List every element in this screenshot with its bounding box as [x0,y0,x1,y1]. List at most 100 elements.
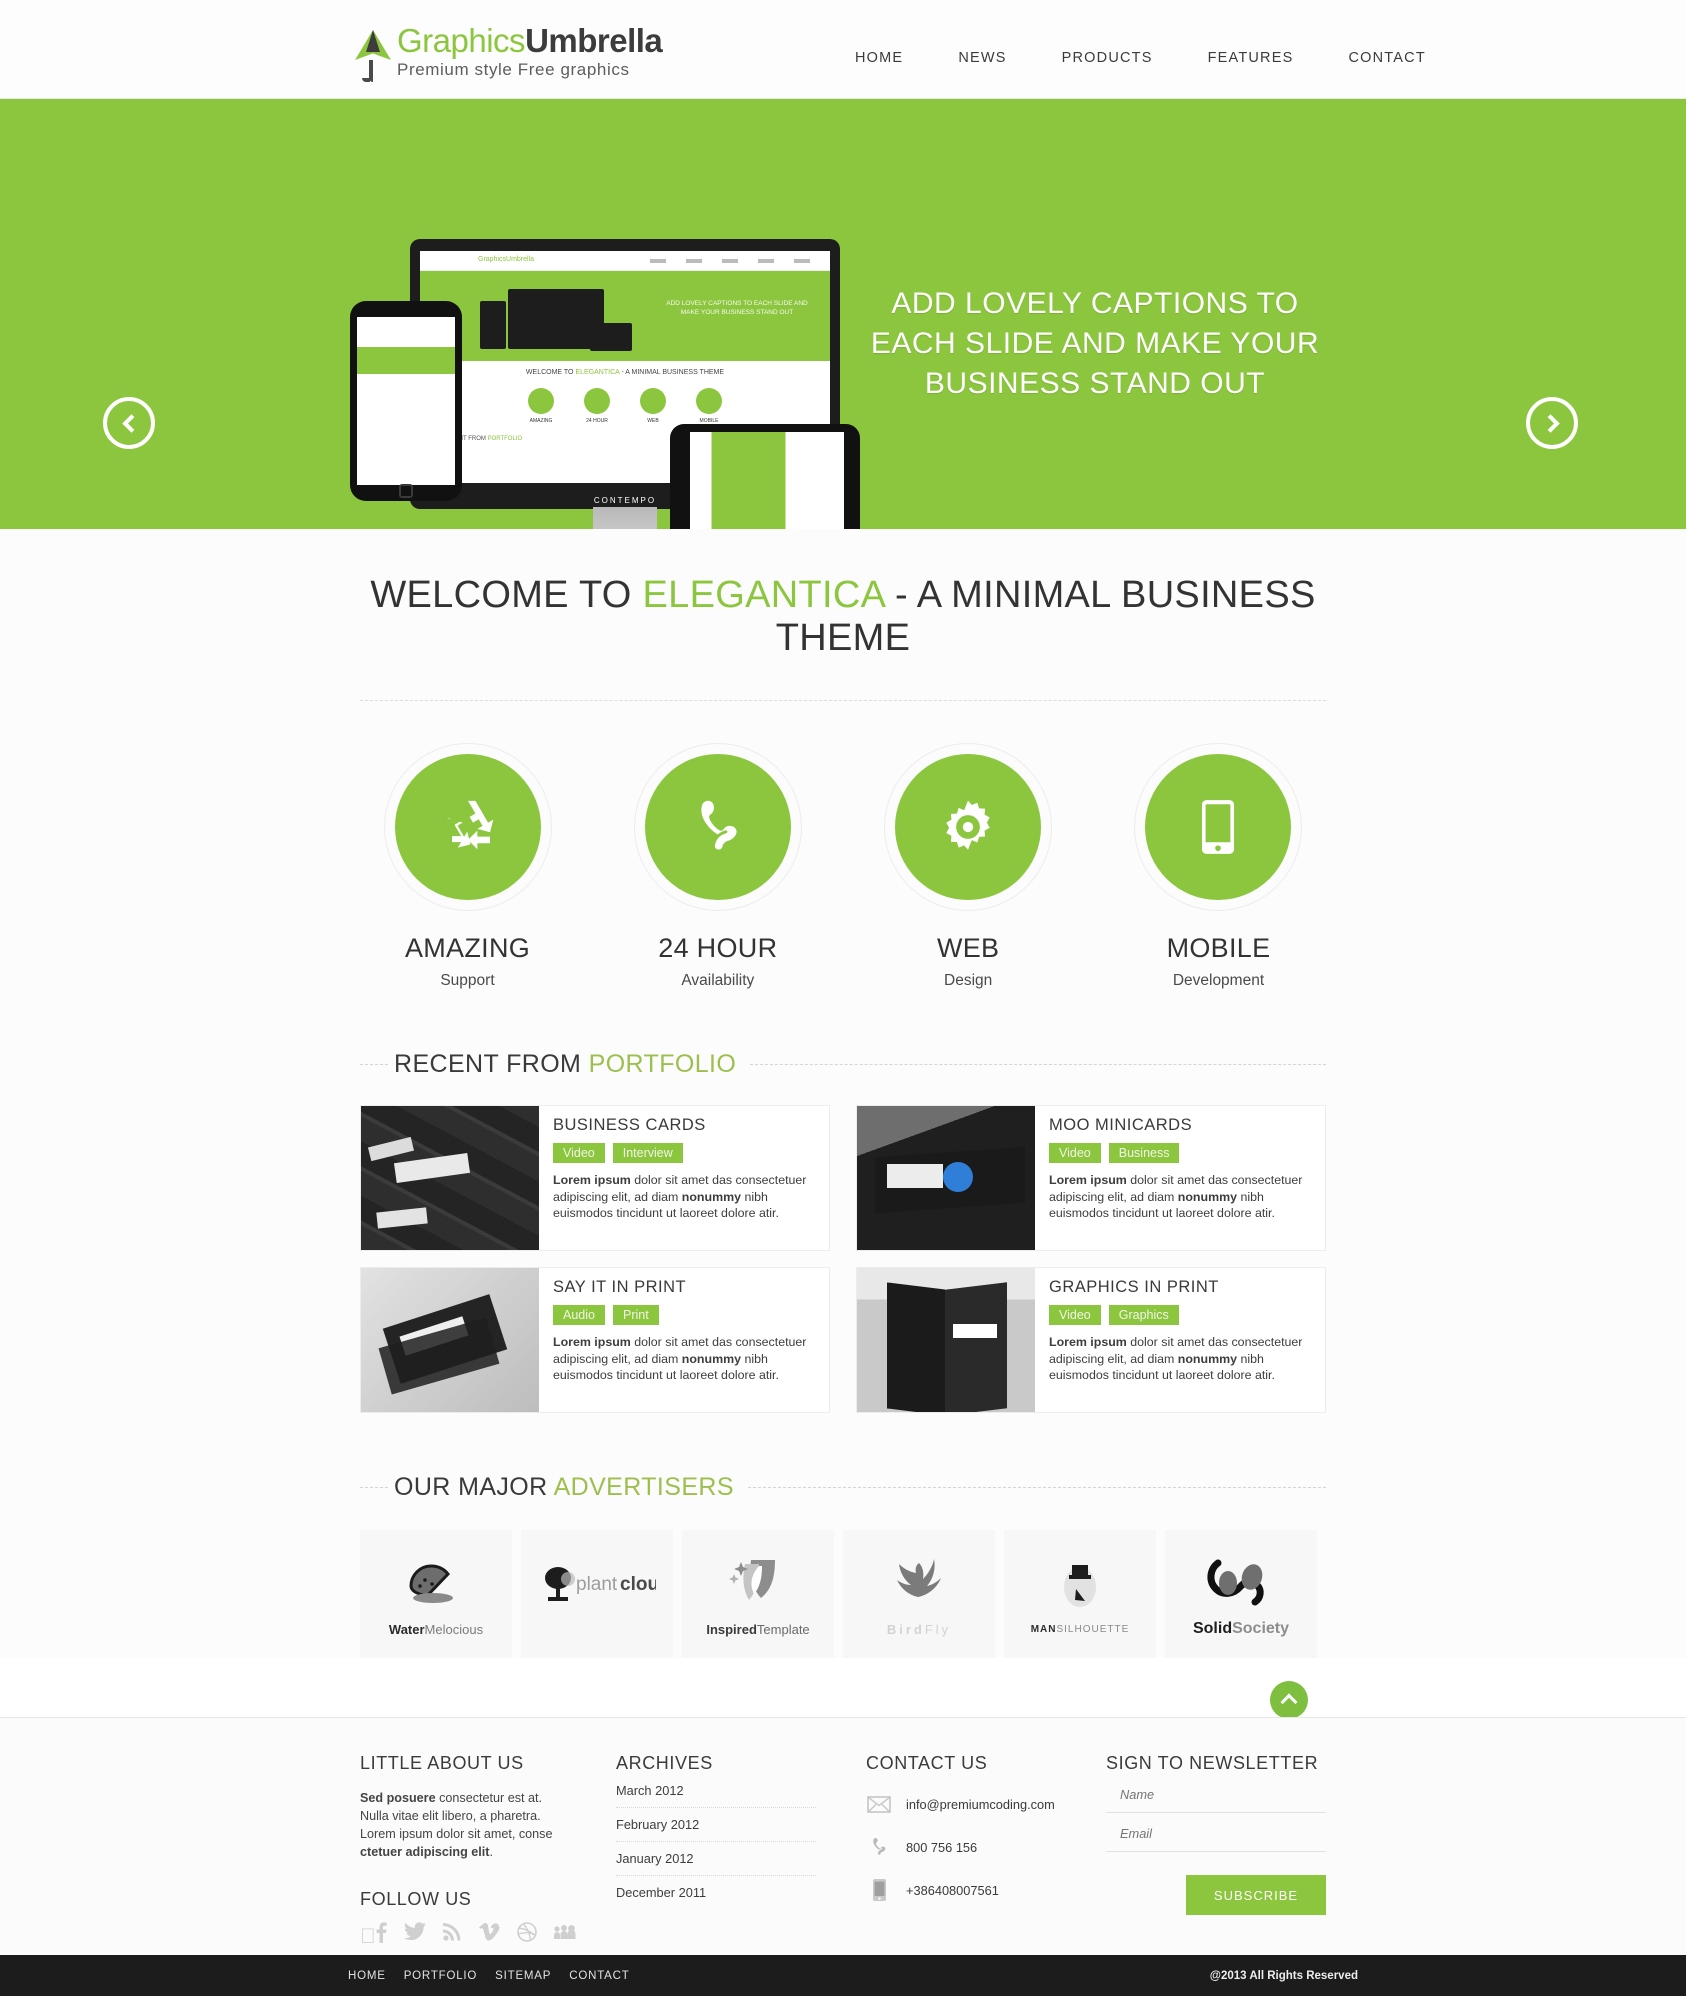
advertiser-name-light: Melocious [424,1621,484,1637]
shield-stars-icon [727,1552,789,1616]
archive-link[interactable]: February 2012 [616,1808,816,1842]
advertiser-item[interactable]: BirdFly [843,1530,995,1658]
advertiser-item[interactable]: InspiredTemplate [682,1530,834,1658]
phone-icon [644,754,791,900]
archive-link[interactable]: January 2012 [616,1842,816,1876]
vimeo-icon[interactable] [478,1922,500,1949]
portfolio-tag[interactable]: Audio [553,1305,605,1325]
portfolio-tag[interactable]: Print [612,1305,659,1325]
service-item-web[interactable]: WEB Design [861,743,1076,990]
advertiser-name: BirdFly [887,1622,951,1637]
bottom-link-sitemap[interactable]: SITEMAP [495,1970,551,1982]
contact-row-mobile[interactable]: +386408007561 [866,1877,1106,1903]
site-header: GraphicsUmbrella Premium style Free grap… [0,0,1686,99]
portfolio-item-title: SAY IT IN PRINT [553,1278,687,1296]
portfolio-text-bold-c: nonummy [1177,1189,1237,1204]
portfolio-item-text: Lorem ipsum dolor sit amet das consectet… [553,1334,815,1384]
portfolio-item-title: MOO MINICARDS [1049,1116,1193,1134]
footer-social-row:  [360,1922,616,1949]
bottom-link-portfolio[interactable]: PORTFOLIO [404,1970,477,1982]
nav-item-news[interactable]: NEWS [958,50,1006,66]
portfolio-grid: BUSINESS CARDS Video Interview Lorem ips… [360,1105,1326,1413]
graphics-in-print-photo[interactable] [857,1268,1035,1412]
say-it-in-print-photo[interactable] [361,1268,539,1412]
newsletter-name-field[interactable] [1106,1774,1326,1813]
portfolio-item[interactable]: MOO MINICARDS Video Business Lorem ipsum… [856,1105,1326,1251]
hat-man-icon [1052,1554,1108,1618]
portfolio-tag[interactable]: Video [553,1143,605,1163]
footer-contact-heading: CONTACT US [866,1753,988,1773]
preview-service-2: WEB [647,418,659,424]
facebook-icon[interactable]:  [360,1922,387,1949]
advertiser-name-bold: Water [388,1621,425,1637]
service-title: WEB [936,933,1000,963]
chevron-right-icon [1540,413,1560,433]
nav-item-products[interactable]: PRODUCTS [1062,50,1153,66]
advertisers-heading-highlight: ADVERTISERS [553,1473,734,1501]
advertiser-item[interactable]: MANSILHOUETTE [1004,1530,1156,1658]
advertiser-item[interactable]: plantcloud . [521,1530,673,1658]
service-item-amazing[interactable]: AMAZING Support [360,743,575,990]
archive-link[interactable]: December 2011 [616,1876,816,1909]
mobile-icon [866,1877,892,1903]
site-logo[interactable]: GraphicsUmbrella Premium style Free grap… [355,24,663,82]
newsletter-name-input[interactable] [1120,1787,1326,1802]
portfolio-item[interactable]: GRAPHICS IN PRINT Video Graphics Lorem i… [856,1267,1326,1413]
advertiser-item[interactable]: WaterMelocious [360,1530,512,1658]
moo-minicards-photo[interactable] [857,1106,1035,1250]
contact-email: info@premiumcoding.com [906,1796,1055,1812]
advertiser-name-bold: Bird [886,1621,925,1637]
dribbble-icon[interactable] [516,1922,537,1949]
subscribe-button[interactable]: SUBSCRIBE [1186,1875,1326,1915]
bottom-link-home[interactable]: HOME [348,1970,386,1982]
slider-prev-button[interactable] [103,397,155,449]
portfolio-tag[interactable]: Interview [612,1143,683,1163]
hero-slider: GraphicsUmbrella ADD LOVELY CAPTIONS TO … [0,99,1686,529]
portfolio-item[interactable]: BUSINESS CARDS Video Interview Lorem ips… [360,1105,830,1251]
footer-follow-heading: FOLLOW US [360,1889,472,1909]
contact-row-phone[interactable]: 800 756 156 [866,1834,1106,1860]
portfolio-tag[interactable]: Video [1049,1305,1101,1325]
service-sub: Support [440,972,495,989]
contact-mobile: +386408007561 [906,1882,999,1898]
archive-link[interactable]: March 2012 [616,1774,816,1808]
service-item-24hour[interactable]: 24 HOUR Availability [610,743,825,990]
advertiser-item[interactable]: SolidSociety [1165,1530,1317,1658]
advertisers-row: WaterMelocious plantcloud . InspiredTemp… [360,1530,1326,1658]
nav-item-home[interactable]: HOME [855,50,903,66]
portfolio-tag[interactable]: Video [1049,1143,1101,1163]
advertiser-name: MANSILHOUETTE [1031,1624,1130,1635]
bottom-link-contact[interactable]: CONTACT [569,1970,629,1982]
portfolio-text-bold-a: Lorem ipsum [553,1173,631,1187]
advertiser-name: InspiredTemplate [706,1622,809,1637]
portfolio-heading-prefix: RECENT FROM [394,1050,589,1078]
contact-row-email[interactable]: info@premiumcoding.com [866,1791,1106,1817]
nav-item-features[interactable]: FEATURES [1208,50,1294,66]
envelope-icon [866,1791,892,1817]
advertiser-name-light: Template [756,1621,810,1637]
nav-item-contact[interactable]: CONTACT [1348,50,1425,66]
service-sub: Development [1172,972,1265,989]
portfolio-tag[interactable]: Graphics [1108,1305,1179,1325]
portfolio-item-title: GRAPHICS IN PRINT [1049,1278,1219,1296]
myspace-icon[interactable] [553,1922,576,1949]
newsletter-email-field[interactable] [1106,1813,1326,1852]
contact-phone: 800 756 156 [906,1839,978,1855]
portfolio-tag[interactable]: Business [1108,1143,1180,1163]
service-title: 24 HOUR [658,933,778,963]
slider-next-button[interactable] [1526,397,1578,449]
advertiser-name-light: Society [1232,1620,1290,1637]
portfolio-item-text: Lorem ipsum dolor sit amet das consectet… [1049,1334,1311,1384]
scroll-to-top-button[interactable] [1270,1681,1308,1719]
service-item-mobile[interactable]: MOBILE Development [1111,743,1326,990]
portfolio-item[interactable]: SAY IT IN PRINT Audio Print Lorem ipsum … [360,1267,830,1413]
logo-tagline: Premium style Free graphics [397,60,630,79]
footer-about-column: LITTLE ABOUT US Sed posuere consectetur … [360,1753,616,1949]
hero-caption: ADD LOVELY CAPTIONS TO EACH SLIDE AND MA… [870,287,1320,400]
business-cards-photo[interactable] [361,1106,539,1250]
rss-icon[interactable] [442,1922,462,1949]
newsletter-email-input[interactable] [1120,1826,1326,1841]
watermelon-icon [405,1552,467,1616]
twitter-icon[interactable] [403,1922,426,1949]
portfolio-text-bold-a: Lorem ipsum [1049,1173,1127,1187]
